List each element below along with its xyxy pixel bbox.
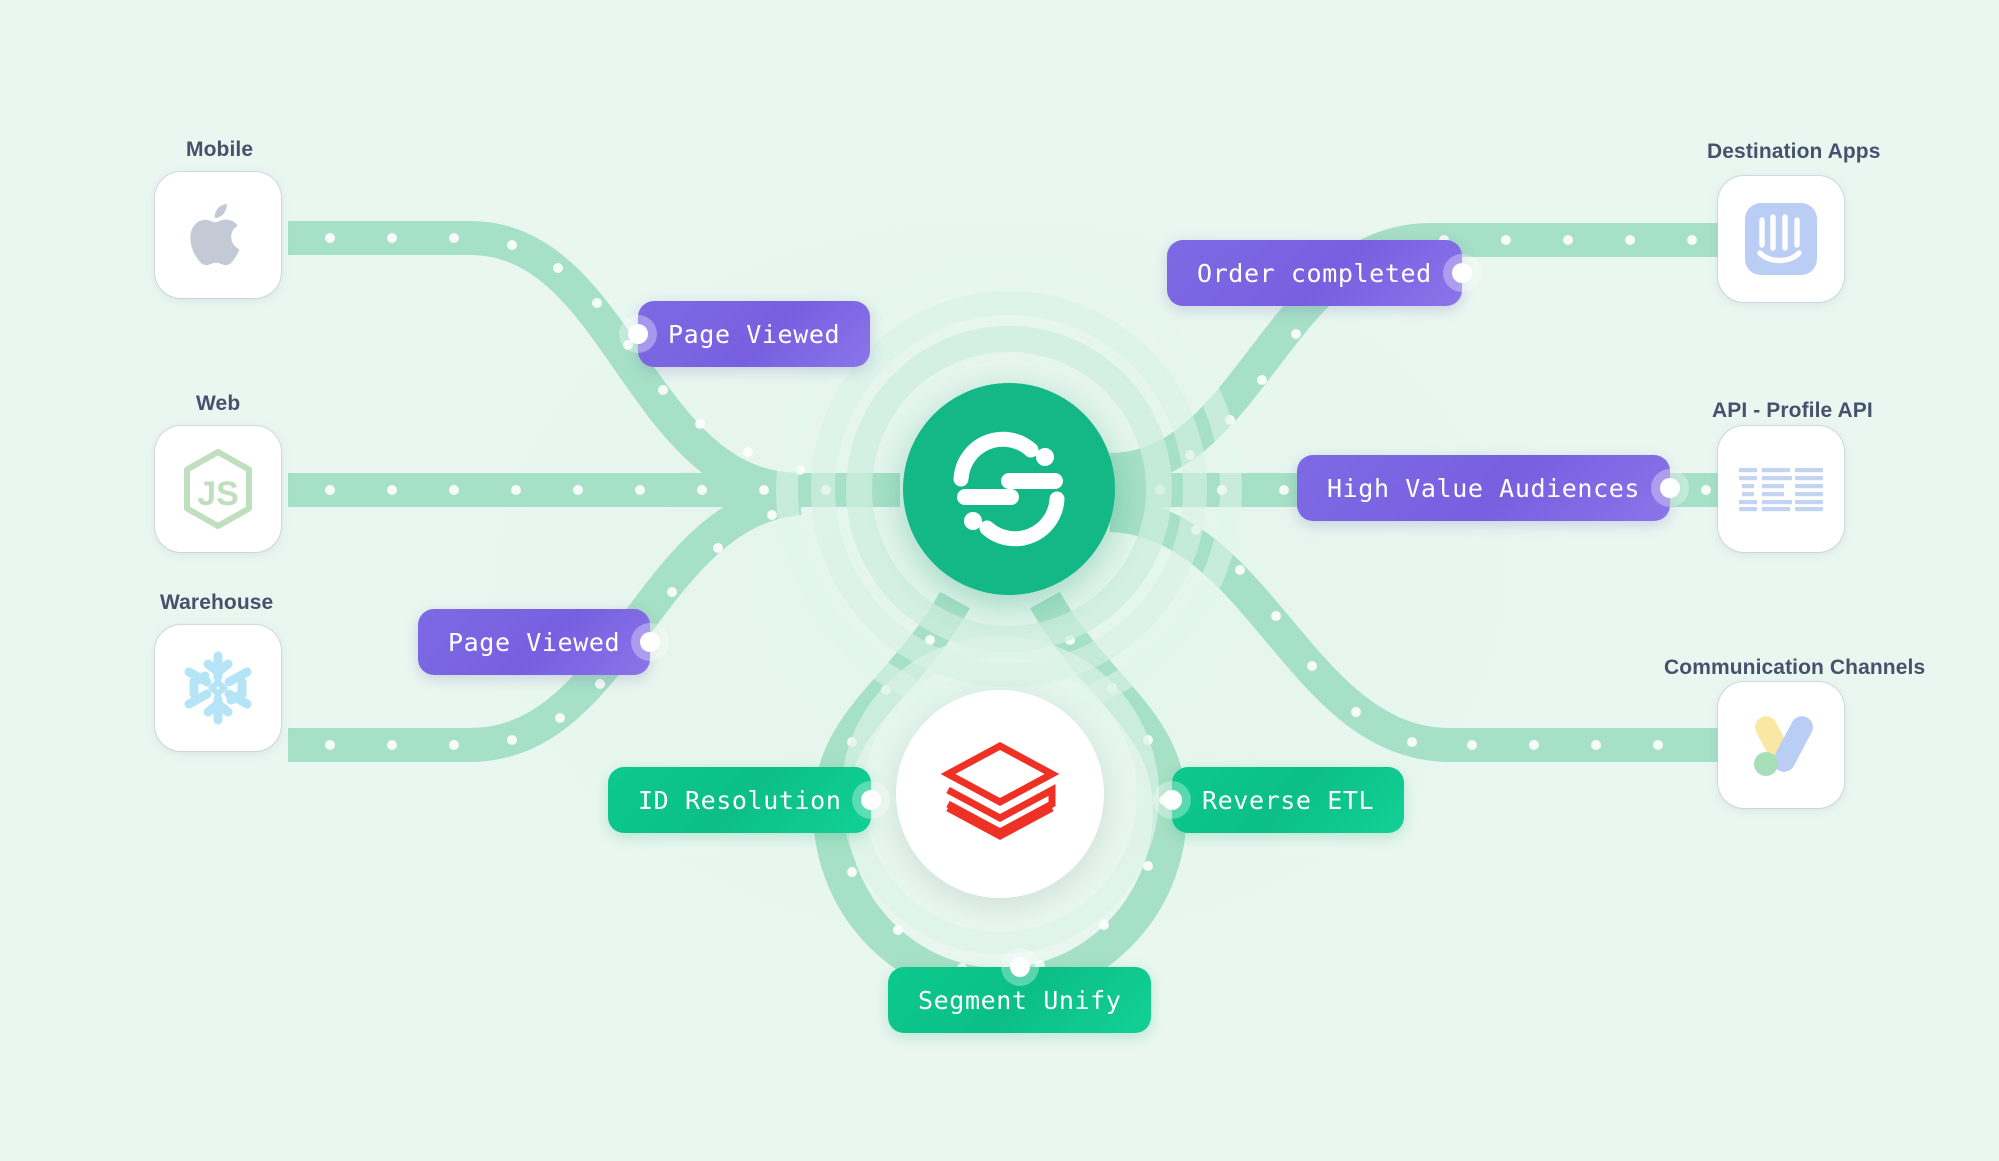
pill-segment-unify[interactable]: Segment Unify <box>888 957 1152 1033</box>
pill-connector-dot <box>1162 790 1182 810</box>
pill-page-viewed-top[interactable]: Page Viewed <box>628 301 871 367</box>
source-card-warehouse[interactable] <box>155 625 281 751</box>
destination-label-apps: Destination Apps <box>1707 140 1881 163</box>
pill-connector-dot <box>628 324 648 344</box>
pill-label: Order completed <box>1197 258 1432 288</box>
diagram-canvas: Mobile Web JS Warehouse Destination Apps… <box>0 0 1999 1161</box>
nodejs-logo-icon: JS <box>184 449 252 529</box>
source-label-web: Web <box>196 392 241 415</box>
pill-label: Page Viewed <box>668 319 841 349</box>
pill-high-value-audiences[interactable]: High Value Audiences <box>1297 455 1681 521</box>
destination-label-communication: Communication Channels <box>1664 656 1926 679</box>
svg-text:JS: JS <box>197 475 239 513</box>
pill-label: Page Viewed <box>448 627 621 657</box>
pill-reverse-etl[interactable]: Reverse ETL <box>1162 767 1405 833</box>
databricks-hub-logo[interactable] <box>896 690 1104 898</box>
pill-label: Segment Unify <box>918 985 1122 1015</box>
pill-connector-dot <box>1009 957 1030 977</box>
source-label-mobile: Mobile <box>186 138 254 161</box>
source-card-mobile[interactable] <box>155 172 281 298</box>
pill-id-resolution[interactable]: ID Resolution <box>608 767 882 833</box>
destination-card-communication[interactable] <box>1718 682 1844 808</box>
snowflake-logo-icon <box>184 651 252 725</box>
pill-label: Reverse ETL <box>1202 785 1375 815</box>
pill-connector-dot <box>1451 263 1472 283</box>
pill-connector-dot <box>640 632 661 652</box>
intercom-logo-icon <box>1745 203 1817 275</box>
databricks-logo-icon <box>940 742 1060 840</box>
segment-hub-logo[interactable] <box>903 383 1115 595</box>
ibm-logo-icon <box>1739 468 1823 512</box>
pill-connector-dot <box>1660 478 1681 498</box>
destination-card-apps[interactable] <box>1718 176 1844 302</box>
pill-label: High Value Audiences <box>1327 473 1641 503</box>
destination-label-profile-api: API - Profile API <box>1712 399 1873 422</box>
destination-card-profile-api[interactable] <box>1718 426 1844 552</box>
pill-page-viewed-bottom[interactable]: Page Viewed <box>418 609 661 675</box>
pill-label: ID Resolution <box>638 785 842 815</box>
pill-order-completed[interactable]: Order completed <box>1167 240 1472 306</box>
pill-connector-dot <box>861 790 882 810</box>
segment-logo-icon <box>953 431 1065 547</box>
source-card-web[interactable]: JS <box>155 426 281 552</box>
source-label-warehouse: Warehouse <box>160 591 274 614</box>
google-ads-logo-icon <box>1754 716 1813 776</box>
apple-logo-icon <box>190 203 240 266</box>
